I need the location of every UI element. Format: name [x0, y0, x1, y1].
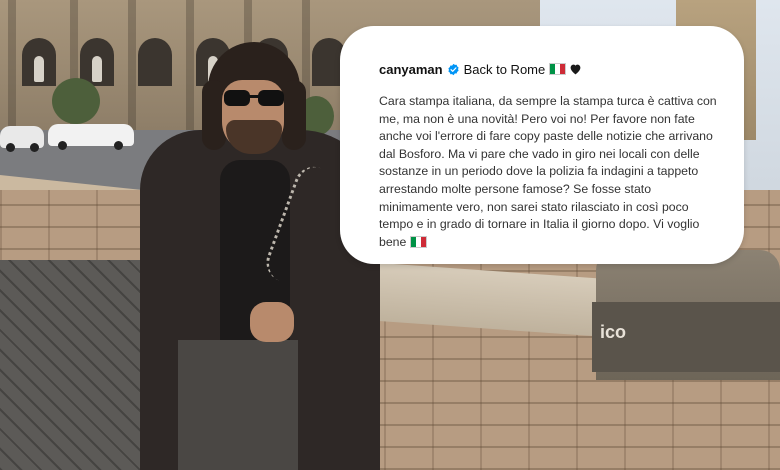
black-heart-icon	[570, 64, 581, 75]
pedestal-inscription: ico	[600, 322, 627, 342]
tree	[52, 78, 100, 124]
verified-badge-icon	[448, 63, 459, 75]
instagram-post-card: canyaman Back to Rome Cara stampa italia…	[340, 26, 744, 264]
sunglasses	[224, 90, 284, 106]
trousers	[178, 340, 298, 470]
hand	[250, 302, 294, 342]
post-header: canyaman Back to Rome	[379, 59, 582, 79]
italy-flag-icon	[410, 235, 428, 248]
post-body: Cara stampa italiana, da sempre la stamp…	[379, 93, 717, 251]
italy-flag-icon	[549, 63, 567, 75]
post-caption: Back to Rome	[463, 61, 546, 77]
cobblestone-pavement	[0, 260, 150, 470]
username[interactable]: canyaman	[379, 62, 443, 77]
post-body-text: Cara stampa italiana, da sempre la stamp…	[379, 94, 717, 249]
